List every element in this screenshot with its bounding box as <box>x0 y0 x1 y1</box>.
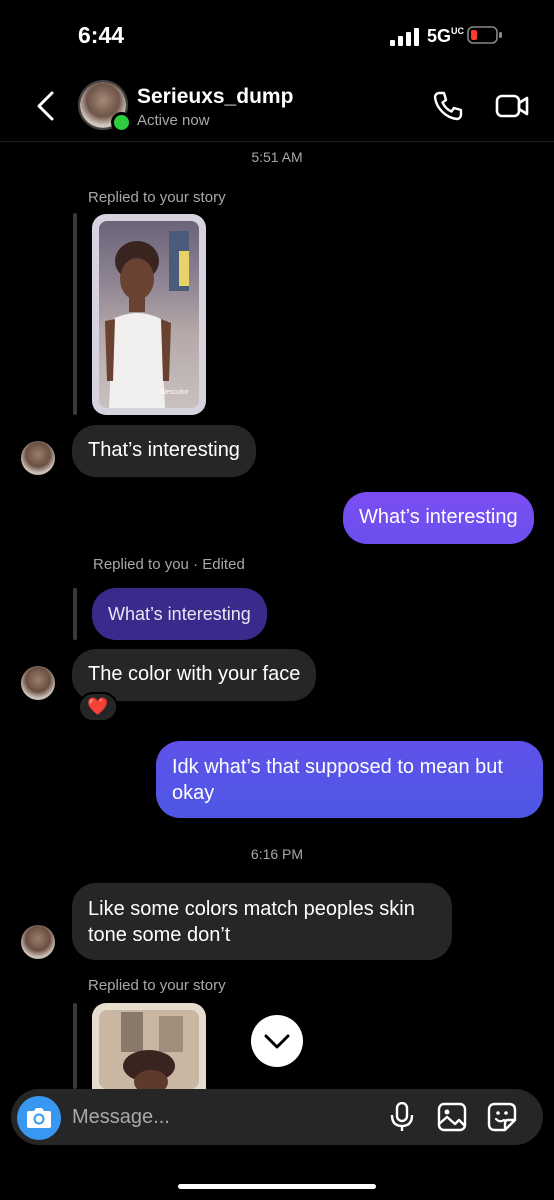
message-text: Idk what’s that supposed to mean but oka… <box>172 756 503 804</box>
message-input[interactable]: Message... <box>72 1106 170 1129</box>
battery-icon <box>467 26 502 44</box>
message-text: Like some colors match peoples skin tone… <box>88 898 415 946</box>
chevron-down-icon <box>264 1034 290 1049</box>
reply-bar <box>73 213 77 415</box>
reply-label: Replied to you · Edited <box>93 556 245 573</box>
video-call-icon[interactable] <box>495 92 529 120</box>
scroll-down-button[interactable] <box>251 1015 303 1067</box>
sender-avatar[interactable] <box>21 441 55 475</box>
sticker-icon[interactable] <box>487 1102 517 1132</box>
outgoing-message[interactable]: What’s interesting <box>343 492 534 544</box>
story-photo <box>99 1010 199 1089</box>
timestamp: 5:51 AM <box>251 149 303 165</box>
story-thumbnail[interactable] <box>92 1003 206 1089</box>
reply-bar <box>73 588 77 640</box>
heart-icon: ❤️ <box>87 697 109 716</box>
camera-button[interactable] <box>17 1096 61 1140</box>
story-thumbnail[interactable]: Nescolor <box>92 214 206 415</box>
story-reply-label: Replied to your story <box>88 189 226 206</box>
sender-avatar[interactable] <box>21 925 55 959</box>
incoming-message[interactable]: Like some colors match peoples skin tone… <box>72 883 452 960</box>
outgoing-message[interactable]: Idk what’s that supposed to mean but oka… <box>156 741 543 818</box>
home-indicator <box>178 1184 376 1189</box>
gallery-icon[interactable] <box>437 1102 467 1132</box>
microphone-icon[interactable] <box>389 1102 415 1132</box>
story-overlay-text: Nescolor <box>161 389 189 396</box>
contact-username[interactable]: Serieuxs_dump <box>137 85 293 109</box>
message-text: The color with your face <box>88 663 301 685</box>
camera-icon <box>27 1108 51 1128</box>
online-indicator <box>111 112 132 133</box>
incoming-message[interactable]: That’s interesting <box>72 425 256 477</box>
status-time: 6:44 <box>78 22 125 48</box>
reply-bar <box>73 1003 77 1089</box>
quoted-text: What’s interesting <box>108 604 251 624</box>
timestamp: 6:16 PM <box>250 846 304 862</box>
header-divider <box>0 141 554 142</box>
signal-icon <box>390 28 419 46</box>
phone-call-icon[interactable] <box>432 90 464 122</box>
back-chevron-icon[interactable] <box>34 90 58 122</box>
message-text: What’s interesting <box>359 506 518 528</box>
message-text: That’s interesting <box>88 439 240 461</box>
story-reply-label: Replied to your story <box>88 977 226 994</box>
edited-label: Edited <box>202 556 245 573</box>
network-label: 5GUC <box>427 26 465 46</box>
active-status: Active now <box>137 112 210 129</box>
heart-reaction[interactable]: ❤️ <box>78 692 118 722</box>
sender-avatar[interactable] <box>21 666 55 700</box>
quoted-message[interactable]: What’s interesting <box>92 588 267 640</box>
story-photo <box>105 231 189 408</box>
